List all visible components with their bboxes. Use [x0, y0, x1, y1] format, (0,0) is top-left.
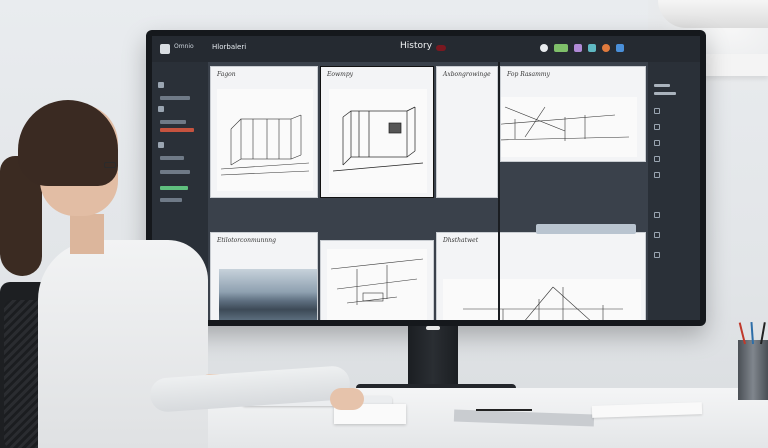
share-icon[interactable]: [602, 44, 610, 52]
pen-icon[interactable]: [158, 106, 164, 112]
text-icon[interactable]: [654, 156, 660, 162]
app-logo-icon[interactable]: [160, 44, 170, 54]
sketch-image: [217, 89, 313, 191]
sidebar-item[interactable]: [160, 156, 184, 160]
dock-sketch: [330, 258, 424, 305]
align-icon[interactable]: [654, 140, 660, 146]
card-label: Axbongrowinge: [443, 71, 491, 78]
sketch-image: [329, 89, 427, 193]
shape-icon[interactable]: [158, 142, 164, 148]
canvas[interactable]: Fagon Eowmpy Axbongrowinge Fop Rasammy E…: [208, 62, 648, 320]
history-label[interactable]: History: [400, 41, 432, 51]
app-topbar: Omnio Hlorbaleri History: [152, 36, 700, 62]
redo-icon[interactable]: [654, 232, 660, 238]
brush-icon[interactable]: [158, 82, 164, 88]
document-title[interactable]: Hlorbaleri: [212, 43, 246, 51]
app-name: Omnio: [174, 43, 194, 50]
card-label: Eowmpy: [327, 71, 354, 78]
user-icon[interactable]: [540, 44, 548, 52]
sketch-card[interactable]: Axbongrowinge: [436, 66, 498, 198]
sidebar-item[interactable]: [160, 198, 182, 202]
sketch-image: [327, 249, 427, 320]
floating-toolbar[interactable]: [536, 224, 636, 234]
undo-icon[interactable]: [654, 212, 660, 218]
glasses: [104, 162, 116, 168]
box-structure-sketch: [332, 106, 424, 172]
pavilion-sketch: [220, 114, 310, 176]
divider: [498, 62, 500, 320]
building-elevation-sketch: [501, 106, 630, 141]
grid-icon[interactable]: [654, 124, 660, 130]
person-hand: [330, 388, 364, 410]
sidebar-item[interactable]: [654, 92, 676, 95]
card-label: Fop Rasammy: [507, 71, 550, 78]
bridge-structure-sketch: [463, 286, 623, 320]
sidebar-item[interactable]: [160, 170, 190, 174]
sketch-image: [443, 279, 641, 320]
stylus-pen: [476, 409, 532, 411]
history-indicator: [436, 45, 446, 51]
sketch-card-selected[interactable]: Eowmpy: [320, 66, 434, 198]
photo-card[interactable]: Etilotorconmunnng: [210, 232, 318, 320]
settings-icon[interactable]: [588, 44, 596, 52]
screen: Omnio Hlorbaleri History Fagon Eowmpy Ax…: [152, 36, 700, 320]
layers-icon[interactable]: [574, 44, 582, 52]
card-label: Dhsthatwet: [443, 237, 479, 244]
eye-icon[interactable]: [654, 172, 660, 178]
sidebar-item[interactable]: [160, 120, 186, 124]
sketch-card[interactable]: Fagon: [210, 66, 318, 198]
monitor-stand: [408, 326, 458, 388]
right-sidebar: [648, 62, 700, 320]
person-torso: [38, 240, 208, 448]
battery-icon[interactable]: [554, 44, 568, 52]
monitor-logo: [426, 326, 440, 330]
slider[interactable]: [160, 186, 188, 190]
lock-icon[interactable]: [654, 108, 660, 114]
export-icon[interactable]: [654, 252, 660, 258]
pencil-cup: [738, 340, 768, 400]
sketch-card[interactable]: [320, 240, 434, 320]
lake-photo: [219, 269, 317, 320]
card-label: Fagon: [217, 71, 236, 78]
sketch-card[interactable]: Fop Rasammy: [500, 66, 646, 162]
sidebar-item-active[interactable]: [160, 128, 194, 132]
profile-icon[interactable]: [616, 44, 624, 52]
sidebar-item[interactable]: [654, 84, 670, 87]
sketch-image: [501, 97, 637, 157]
lamp: [658, 0, 768, 28]
card-label: Etilotorconmunnng: [217, 237, 276, 244]
person-neck: [70, 214, 104, 254]
sidebar-item[interactable]: [160, 96, 190, 100]
toolbar: [540, 44, 624, 52]
sketch-card[interactable]: Dhsthatwet: [436, 232, 646, 320]
pencil: [750, 321, 754, 345]
